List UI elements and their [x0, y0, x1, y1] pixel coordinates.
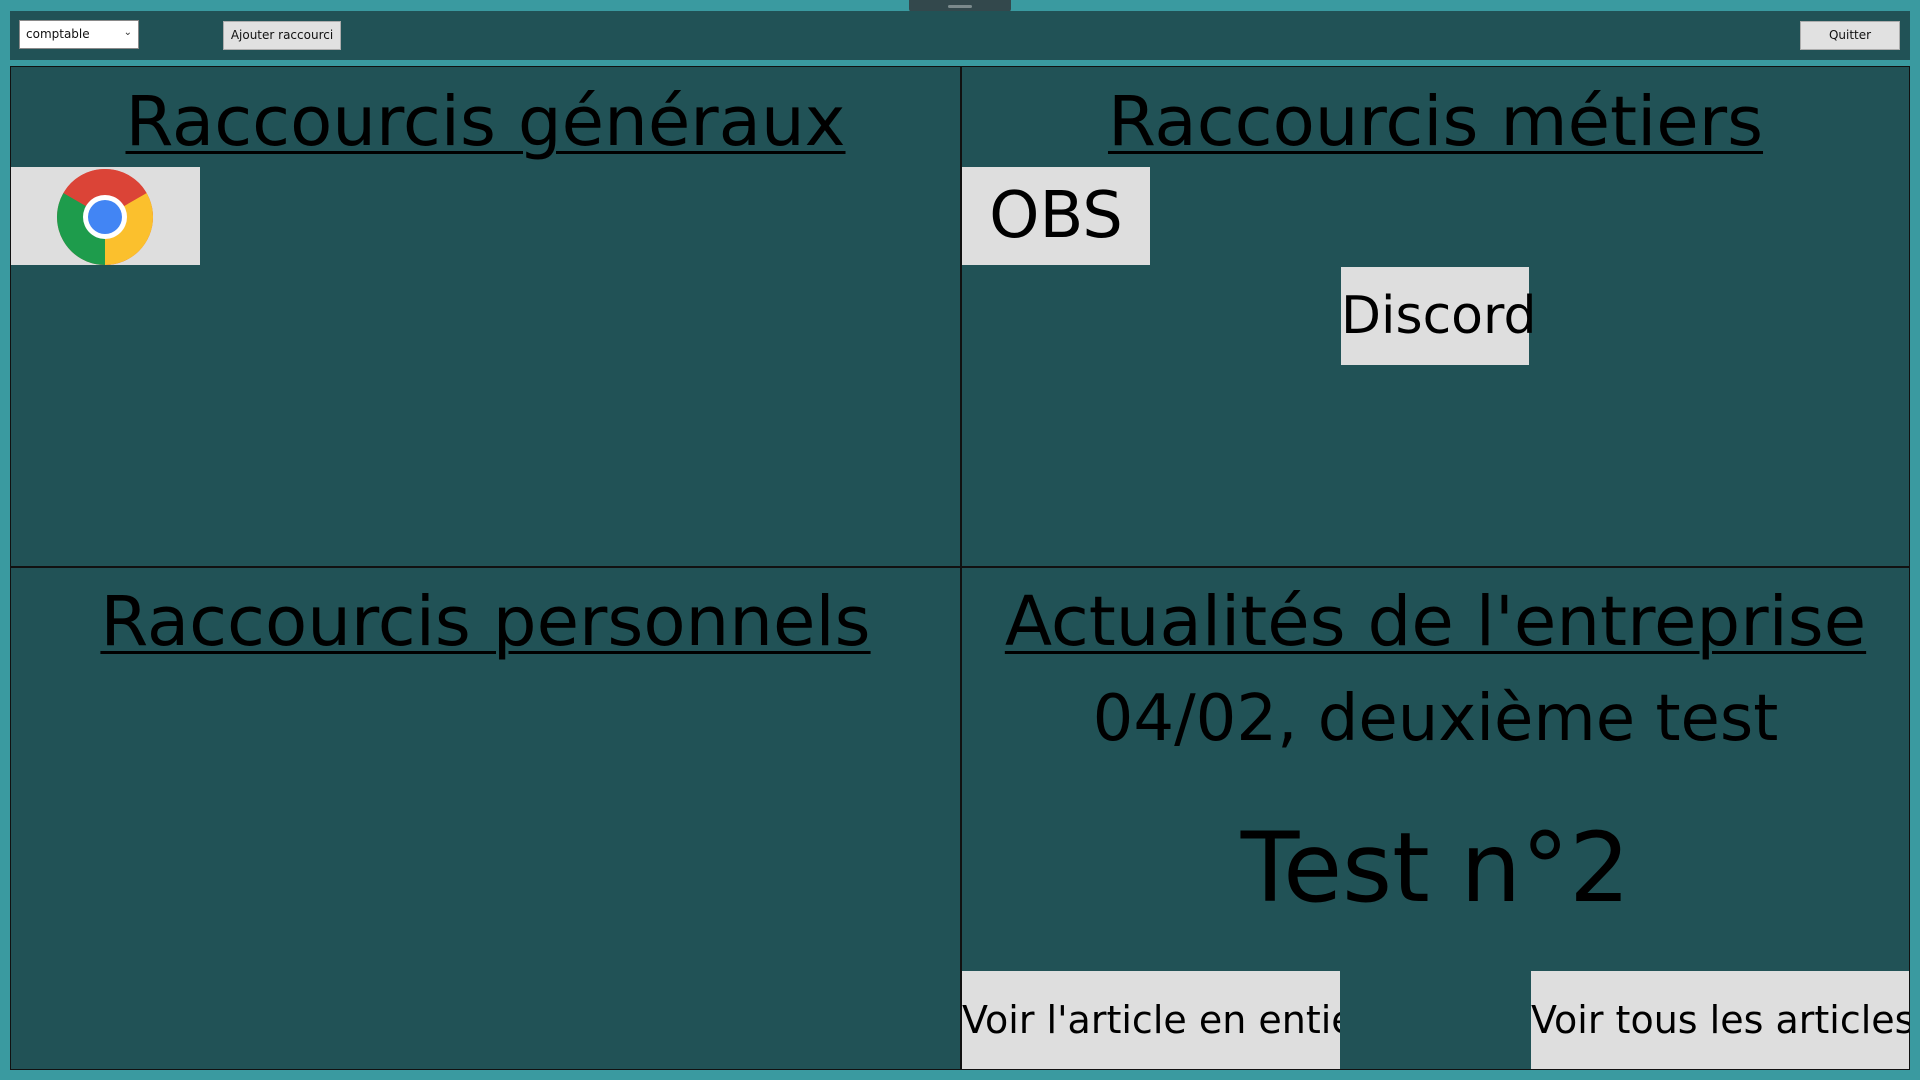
role-select-value: comptable: [26, 27, 90, 41]
news-headline: Test n°2: [1240, 812, 1631, 924]
news-date-line: 04/02, deuxième test: [1092, 682, 1779, 756]
general-shortcuts-title: Raccourcis généraux: [125, 82, 846, 162]
chrome-icon: [56, 168, 154, 265]
dashboard-grid: Raccourcis généraux Raccourcis métiers O…: [10, 66, 1910, 1070]
personal-shortcuts-title: Raccourcis personnels: [100, 582, 871, 662]
discord-shortcut-button[interactable]: Discord: [1341, 267, 1536, 365]
chrome-shortcut-button[interactable]: [11, 167, 200, 265]
company-news-title: Actualités de l'entreprise: [1004, 582, 1867, 662]
grip-icon: [948, 5, 972, 8]
chevron-down-icon: ⌄: [123, 27, 132, 38]
add-shortcut-button[interactable]: Ajouter raccourci: [223, 21, 341, 50]
read-article-button[interactable]: Voir l'article en entier: [962, 971, 1340, 1069]
all-articles-button[interactable]: Voir tous les articles: [1531, 971, 1909, 1069]
quit-button[interactable]: Quitter: [1800, 21, 1900, 50]
business-shortcuts-title: Raccourcis métiers: [1107, 82, 1764, 162]
role-select[interactable]: comptable ⌄: [19, 20, 139, 49]
obs-shortcut-button[interactable]: OBS: [962, 167, 1150, 265]
toolbar: comptable ⌄ Ajouter raccourci Quitter: [10, 11, 1910, 60]
horizontal-divider: [11, 566, 1909, 568]
app-window: comptable ⌄ Ajouter raccourci Quitter Ra…: [0, 0, 1920, 1080]
